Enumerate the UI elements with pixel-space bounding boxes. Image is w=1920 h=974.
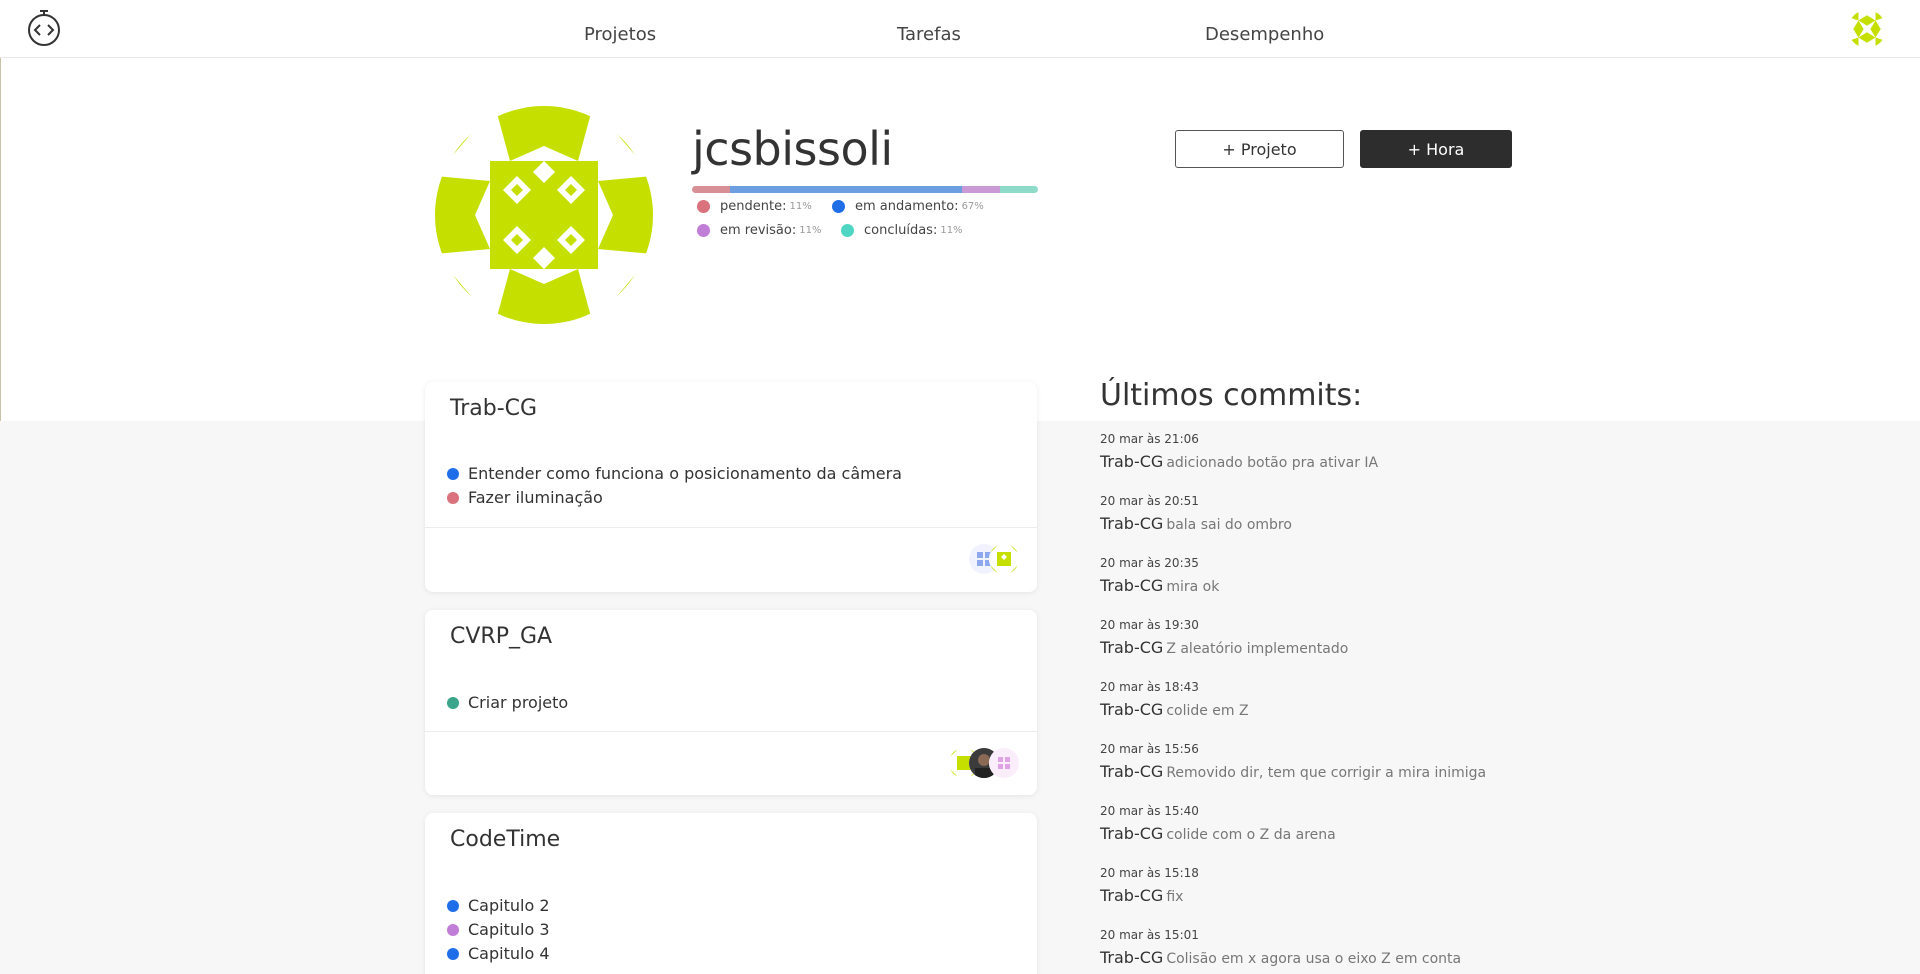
nav-desempenho[interactable]: Desempenho [1205, 24, 1324, 45]
commit-date: 20 mar às 18:43 [1100, 680, 1199, 694]
commit-project[interactable]: Trab-CG [1100, 886, 1163, 905]
project-title[interactable]: Trab-CG [450, 396, 537, 421]
commits-heading: Últimos commits: [1100, 378, 1363, 413]
task-status-dot-icon [447, 467, 459, 480]
commit-date: 20 mar às 15:56 [1100, 742, 1199, 756]
task-item[interactable]: Criar projeto [447, 693, 568, 712]
commit-date: 20 mar às 15:40 [1100, 804, 1199, 818]
task-item[interactable]: Fazer iluminação [447, 488, 603, 507]
commit-message: mira ok [1166, 579, 1220, 595]
task-item[interactable]: Capitulo 4 [447, 944, 550, 963]
commit-date: 20 mar às 20:51 [1100, 494, 1199, 508]
add-project-button[interactable]: + Projeto [1175, 130, 1344, 168]
status-bar-andamento [730, 186, 962, 193]
member-avatar[interactable] [989, 748, 1019, 778]
task-status-dot-icon [447, 899, 459, 912]
nav-tarefas[interactable]: Tarefas [897, 24, 961, 45]
commit-message: fix [1166, 889, 1184, 905]
project-card-trab-cg[interactable]: Trab-CG Entender como funciona o posicio… [425, 382, 1037, 592]
profile-username: jcsbissoli [692, 122, 893, 176]
task-status-dot-icon [447, 947, 459, 960]
legend-pendente: pendente: 11% [697, 199, 812, 214]
commit-item: 20 mar às 15:01 Trab-CG Colisão em x agor… [1100, 928, 1461, 967]
task-status-bar [692, 186, 1038, 193]
project-card-codetime[interactable]: CodeTime Capitulo 2 Capitulo 3 Capitulo … [425, 813, 1037, 974]
commit-item: 20 mar às 19:30 Trab-CG Z aleatório imple… [1100, 618, 1348, 657]
project-card-cvrp-ga[interactable]: CVRP_GA Criar projeto [425, 610, 1037, 795]
top-navbar: Projetos Tarefas Desempenho [0, 0, 1920, 58]
commit-project[interactable]: Trab-CG [1100, 576, 1163, 595]
task-status-dot-icon [447, 923, 459, 936]
card-divider [425, 527, 1037, 528]
commit-item: 20 mar às 20:51 Trab-CG bala sai do ombro [1100, 494, 1292, 533]
task-status-dot-icon [447, 696, 459, 709]
commit-message: colide em Z [1166, 703, 1249, 719]
commit-item: 20 mar às 20:35 Trab-CG mira ok [1100, 556, 1219, 595]
commit-item: 20 mar às 15:40 Trab-CG colide com o Z da… [1100, 804, 1336, 843]
project-members [969, 544, 1019, 574]
commit-item: 20 mar às 15:56 Trab-CG Removido dir, tem… [1100, 742, 1486, 781]
commit-date: 20 mar às 20:35 [1100, 556, 1199, 570]
status-dot-icon [841, 224, 854, 237]
commit-project[interactable]: Trab-CG [1100, 762, 1163, 781]
commit-project[interactable]: Trab-CG [1100, 948, 1163, 967]
status-bar-concluidas [999, 186, 1038, 193]
project-members [949, 748, 1019, 778]
commit-item: 20 mar às 21:06 Trab-CG adicionado botão … [1100, 432, 1378, 471]
commit-item: 20 mar às 18:43 Trab-CG colide em Z [1100, 680, 1249, 719]
task-item[interactable]: Capitulo 3 [447, 920, 550, 939]
commit-project[interactable]: Trab-CG [1100, 452, 1163, 471]
commit-date: 20 mar às 15:01 [1100, 928, 1199, 942]
add-hour-button[interactable]: + Hora [1360, 130, 1512, 168]
commit-date: 20 mar às 21:06 [1100, 432, 1199, 446]
commit-message: Z aleatório implementado [1166, 641, 1349, 657]
legend-concluidas: concluídas: 11% [841, 223, 963, 238]
commit-message: bala sai do ombro [1166, 517, 1292, 533]
commit-project[interactable]: Trab-CG [1100, 514, 1163, 533]
commit-project[interactable]: Trab-CG [1100, 638, 1163, 657]
legend-andamento: em andamento: 67% [832, 199, 984, 214]
task-item[interactable]: Entender como funciona o posicionamento … [447, 464, 902, 483]
code-timer-logo-icon[interactable] [25, 9, 63, 47]
card-divider [425, 731, 1037, 732]
commit-message: Removido dir, tem que corrigir a mira in… [1166, 765, 1487, 781]
commit-date: 20 mar às 19:30 [1100, 618, 1199, 632]
commit-message: Colisão em x agora usa o eixo Z em conta [1166, 951, 1462, 967]
status-dot-icon [697, 200, 710, 213]
commit-message: colide com o Z da arena [1166, 827, 1336, 843]
project-title[interactable]: CVRP_GA [450, 624, 552, 649]
project-title[interactable]: CodeTime [450, 827, 560, 852]
status-dot-icon [697, 224, 710, 237]
profile-avatar [435, 106, 653, 324]
commit-project[interactable]: Trab-CG [1100, 824, 1163, 843]
user-avatar[interactable] [1848, 10, 1886, 48]
commit-item: 20 mar às 15:18 Trab-CG fix [1100, 866, 1199, 905]
status-bar-revisao [961, 186, 1000, 193]
status-dot-icon [832, 200, 845, 213]
nav-projetos[interactable]: Projetos [584, 24, 656, 45]
member-avatar[interactable] [989, 544, 1019, 574]
commit-date: 20 mar às 15:18 [1100, 866, 1199, 880]
legend-revisao: em revisão: 11% [697, 223, 821, 238]
task-item[interactable]: Capitulo 2 [447, 896, 550, 915]
commit-project[interactable]: Trab-CG [1100, 700, 1163, 719]
status-bar-pendente [692, 186, 731, 193]
task-status-dot-icon [447, 491, 459, 504]
commit-message: adicionado botão pra ativar IA [1166, 455, 1379, 471]
